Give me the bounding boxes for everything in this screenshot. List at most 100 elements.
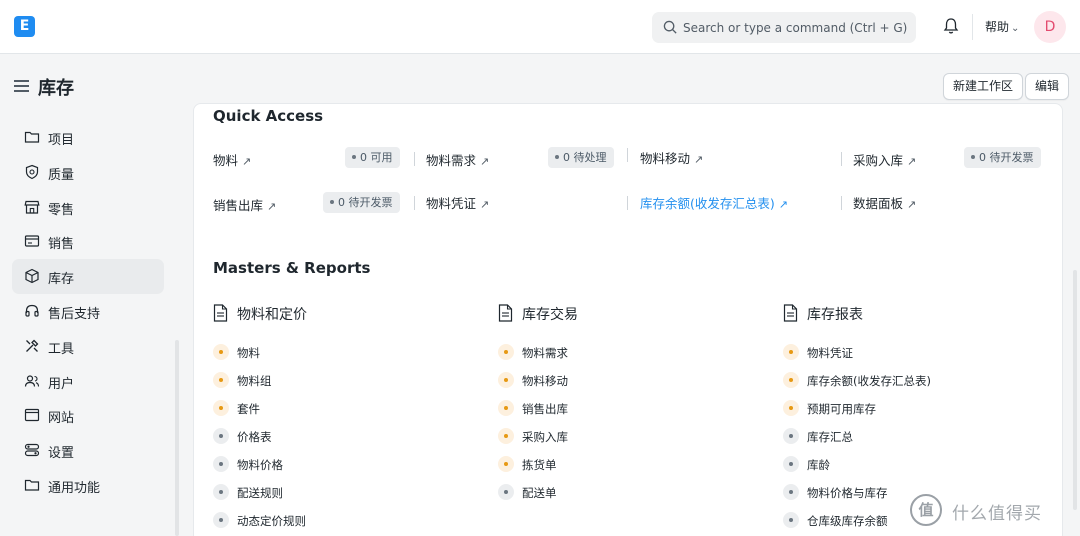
shortcut-divider	[627, 148, 628, 162]
status-dot	[213, 456, 229, 472]
sidebar-item-settings[interactable]: 设置	[12, 433, 164, 468]
sidebar: 项目 质量 零售 销售 库存 售后支持 工具 用户 网站 设置 通用功能	[12, 120, 164, 503]
arrow-up-right-icon: ↗	[778, 198, 788, 211]
shortcut-item[interactable]: 销售出库 ↗ 0 待开发票	[213, 192, 403, 214]
status-dot	[783, 512, 799, 528]
shortcut-count-badge: 0 可用	[345, 147, 400, 168]
shortcut-item[interactable]: 采购入库 ↗ 0 待开发票	[853, 147, 1048, 169]
link-label: 配送规则	[237, 486, 283, 500]
status-dot	[498, 344, 514, 360]
sidebar-item-label: 设置	[48, 446, 75, 462]
users-icon	[24, 374, 40, 387]
sidebar-item-quality[interactable]: 质量	[12, 155, 164, 190]
shortcut-label: 物料需求 ↗	[426, 153, 490, 168]
page-title: 库存	[38, 78, 74, 99]
sidebar-item-stock[interactable]: 库存	[12, 259, 164, 294]
new-workspace-button[interactable]: 新建工作区	[943, 73, 1024, 100]
sidebar-item-users[interactable]: 用户	[12, 364, 164, 399]
sidebar-item-label: 用户	[48, 376, 75, 392]
link-label: 物料需求	[522, 346, 568, 360]
shortcut-count-badge: 0 待处理	[548, 147, 614, 168]
sidebar-item-label: 通用功能	[48, 480, 101, 496]
status-dot	[498, 372, 514, 388]
workspace-card: Quick Access 物料 ↗ 0 可用 物料需求 ↗ 0 待处理 物料移动 ↗ …	[193, 103, 1063, 536]
help-label: 帮助	[985, 20, 1010, 34]
shortcut-divider	[414, 152, 415, 166]
search-icon	[663, 20, 677, 34]
shortcut-label: 物料 ↗	[213, 153, 252, 168]
card-header: 库存报表	[783, 302, 1043, 324]
sidebar-scrollbar[interactable]	[175, 340, 179, 536]
link-label: 库龄	[807, 458, 830, 472]
sidebar-item-label: 零售	[48, 202, 75, 218]
shortcut-item[interactable]: 数据面板 ↗	[853, 190, 1048, 212]
bell-icon[interactable]	[942, 17, 960, 35]
card-icon	[24, 235, 40, 247]
sidebar-item-label: 售后支持	[48, 306, 101, 322]
arrow-up-right-icon: ↗	[267, 200, 277, 213]
status-dot	[213, 344, 229, 360]
link-label: 物料凭证	[807, 346, 853, 360]
folder-icon	[24, 131, 40, 143]
shortcut-label: 物料凭证 ↗	[426, 196, 490, 211]
shortcut-item[interactable]: 物料需求 ↗ 0 待处理	[426, 147, 621, 169]
shield-icon	[25, 164, 39, 179]
shortcut-divider	[841, 152, 842, 166]
status-dot	[213, 512, 229, 528]
shortcut-label: 库存余额(收发存汇总表) ↗	[640, 196, 788, 211]
status-dot	[783, 400, 799, 416]
card-header: 库存交易	[498, 302, 758, 324]
link-label: 物料价格	[237, 458, 283, 472]
link-label: 配送单	[522, 486, 557, 500]
link-label: 仓库级库存余额	[807, 514, 888, 528]
arrow-up-right-icon: ↗	[907, 198, 917, 211]
sidebar-item-label: 销售	[48, 237, 75, 253]
shortcut-count-badge: 0 待开发票	[323, 192, 400, 213]
app-logo[interactable]: E	[14, 16, 35, 37]
link-label: 库存余额(收发存汇总表)	[807, 374, 931, 388]
search-input[interactable]	[683, 12, 909, 43]
link-label: 物料移动	[522, 374, 568, 388]
shortcut-item[interactable]: 物料移动 ↗	[640, 145, 835, 167]
menu-icon[interactable]	[14, 80, 30, 93]
arrow-up-right-icon: ↗	[907, 155, 917, 168]
help-dropdown[interactable]: 帮助 ⌄	[985, 18, 1019, 35]
folder-icon	[24, 479, 40, 491]
page-scrollbar[interactable]	[1073, 270, 1077, 510]
link-label: 库存汇总	[807, 430, 853, 444]
search-bar[interactable]	[652, 12, 916, 43]
sidebar-item-sales[interactable]: 销售	[12, 224, 164, 259]
sidebar-item-tools[interactable]: 工具	[12, 329, 164, 364]
avatar[interactable]: D	[1034, 11, 1066, 43]
card-title: 库存报表	[807, 307, 863, 323]
document-icon	[498, 304, 513, 322]
tools-icon	[26, 339, 39, 352]
shortcut-divider	[841, 196, 842, 210]
shortcut-item[interactable]: 物料凭证 ↗	[426, 190, 621, 212]
card-column-stock-reports: 库存报表 物料凭证 库存余额(收发存汇总表) 预期可用库存 库存汇总 库龄 物料…	[783, 302, 1043, 528]
link-label: 物料组	[237, 374, 272, 388]
sidebar-item-utilities[interactable]: 通用功能	[12, 468, 164, 503]
link-label: 套件	[237, 402, 260, 416]
status-dot	[213, 428, 229, 444]
card-header: 物料和定价	[213, 302, 473, 324]
quick-access-title: Quick Access	[213, 107, 324, 125]
link-label: 物料	[237, 346, 260, 360]
status-dot	[213, 484, 229, 500]
headset-icon	[25, 304, 39, 317]
status-dot	[783, 456, 799, 472]
status-dot	[498, 456, 514, 472]
sidebar-item-support[interactable]: 售后支持	[12, 294, 164, 329]
status-dot	[498, 484, 514, 500]
watermark-logo-icon: 值	[910, 494, 942, 526]
link-label: 动态定价规则	[237, 514, 306, 528]
edit-button[interactable]: 编辑	[1025, 73, 1070, 100]
card-column-items-pricing: 物料和定价 物料 物料组 套件 价格表 物料价格 配送规则 动态定价规则	[213, 302, 473, 528]
box-icon	[25, 269, 39, 284]
sidebar-item-website[interactable]: 网站	[12, 398, 164, 433]
shortcut-item[interactable]: 物料 ↗ 0 可用	[213, 147, 403, 169]
sidebar-item-projects[interactable]: 项目	[12, 120, 164, 155]
status-dot	[213, 400, 229, 416]
shortcut-item[interactable]: 库存余额(收发存汇总表) ↗	[640, 190, 835, 212]
sidebar-item-retail[interactable]: 零售	[12, 190, 164, 225]
